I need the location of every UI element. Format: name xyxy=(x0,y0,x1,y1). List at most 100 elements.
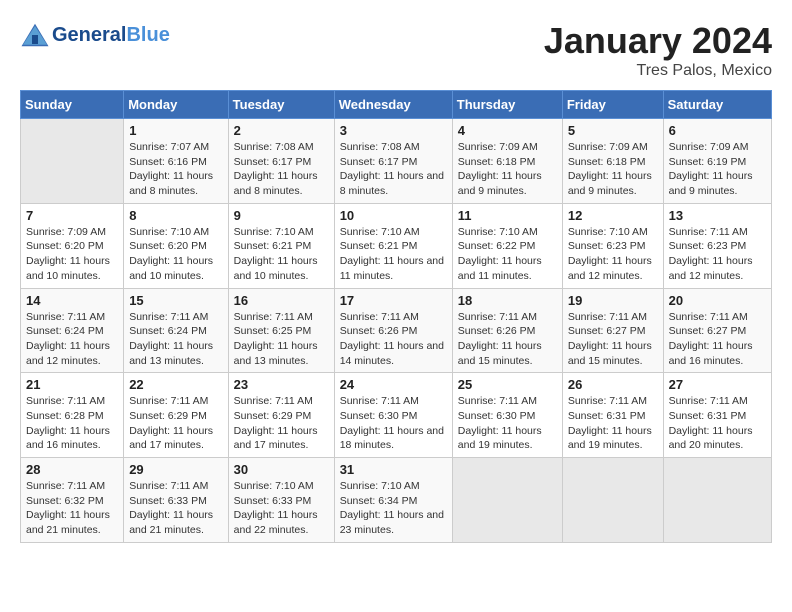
header-saturday: Saturday xyxy=(663,91,771,119)
sunset-text: Sunset: 6:33 PM xyxy=(129,495,207,507)
sunrise-text: Sunrise: 7:11 AM xyxy=(458,311,537,323)
calendar-subtitle: Tres Palos, Mexico xyxy=(544,62,772,80)
calendar-cell: 10 Sunrise: 7:10 AM Sunset: 6:21 PM Dayl… xyxy=(334,203,452,288)
day-info: Sunrise: 7:11 AM Sunset: 6:26 PM Dayligh… xyxy=(340,310,447,369)
sunrise-text: Sunrise: 7:11 AM xyxy=(26,480,105,492)
day-number: 6 xyxy=(669,123,766,138)
daylight-text: Daylight: 11 hours and 10 minutes. xyxy=(129,255,213,282)
day-info: Sunrise: 7:11 AM Sunset: 6:24 PM Dayligh… xyxy=(26,310,118,369)
daylight-text: Daylight: 11 hours and 19 minutes. xyxy=(458,425,542,452)
sunset-text: Sunset: 6:17 PM xyxy=(234,156,312,168)
calendar-cell: 22 Sunrise: 7:11 AM Sunset: 6:29 PM Dayl… xyxy=(124,373,228,458)
sunset-text: Sunset: 6:18 PM xyxy=(458,156,536,168)
sunset-text: Sunset: 6:24 PM xyxy=(129,325,207,337)
day-info: Sunrise: 7:11 AM Sunset: 6:28 PM Dayligh… xyxy=(26,394,118,453)
daylight-text: Daylight: 11 hours and 8 minutes. xyxy=(234,170,318,197)
sunset-text: Sunset: 6:21 PM xyxy=(340,240,418,252)
sunrise-text: Sunrise: 7:11 AM xyxy=(26,311,105,323)
daylight-text: Daylight: 11 hours and 19 minutes. xyxy=(568,425,652,452)
calendar-cell: 30 Sunrise: 7:10 AM Sunset: 6:33 PM Dayl… xyxy=(228,458,334,543)
sunrise-text: Sunrise: 7:11 AM xyxy=(234,311,313,323)
daylight-text: Daylight: 11 hours and 16 minutes. xyxy=(669,340,753,367)
calendar-cell: 19 Sunrise: 7:11 AM Sunset: 6:27 PM Dayl… xyxy=(562,288,663,373)
daylight-text: Daylight: 11 hours and 10 minutes. xyxy=(234,255,318,282)
sunrise-text: Sunrise: 7:11 AM xyxy=(340,311,419,323)
day-info: Sunrise: 7:10 AM Sunset: 6:22 PM Dayligh… xyxy=(458,225,557,284)
day-number: 25 xyxy=(458,377,557,392)
day-number: 11 xyxy=(458,208,557,223)
calendar-cell: 18 Sunrise: 7:11 AM Sunset: 6:26 PM Dayl… xyxy=(452,288,562,373)
day-number: 5 xyxy=(568,123,658,138)
sunrise-text: Sunrise: 7:11 AM xyxy=(26,395,105,407)
day-info: Sunrise: 7:11 AM Sunset: 6:30 PM Dayligh… xyxy=(340,394,447,453)
sunset-text: Sunset: 6:26 PM xyxy=(458,325,536,337)
calendar-title: January 2024 xyxy=(544,20,772,62)
sunset-text: Sunset: 6:27 PM xyxy=(669,325,747,337)
calendar-cell: 27 Sunrise: 7:11 AM Sunset: 6:31 PM Dayl… xyxy=(663,373,771,458)
day-info: Sunrise: 7:07 AM Sunset: 6:16 PM Dayligh… xyxy=(129,140,222,199)
day-info: Sunrise: 7:11 AM Sunset: 6:32 PM Dayligh… xyxy=(26,479,118,538)
sunrise-text: Sunrise: 7:11 AM xyxy=(234,395,313,407)
sunset-text: Sunset: 6:29 PM xyxy=(234,410,312,422)
calendar-cell: 6 Sunrise: 7:09 AM Sunset: 6:19 PM Dayli… xyxy=(663,119,771,204)
sunset-text: Sunset: 6:27 PM xyxy=(568,325,646,337)
calendar-cell: 24 Sunrise: 7:11 AM Sunset: 6:30 PM Dayl… xyxy=(334,373,452,458)
daylight-text: Daylight: 11 hours and 10 minutes. xyxy=(26,255,110,282)
calendar-cell xyxy=(663,458,771,543)
header-friday: Friday xyxy=(562,91,663,119)
sunset-text: Sunset: 6:20 PM xyxy=(129,240,207,252)
logo-icon xyxy=(20,20,50,50)
calendar-week-row: 28 Sunrise: 7:11 AM Sunset: 6:32 PM Dayl… xyxy=(21,458,772,543)
calendar-header-row: Sunday Monday Tuesday Wednesday Thursday… xyxy=(21,91,772,119)
sunset-text: Sunset: 6:31 PM xyxy=(568,410,646,422)
sunset-text: Sunset: 6:24 PM xyxy=(26,325,104,337)
calendar-cell: 2 Sunrise: 7:08 AM Sunset: 6:17 PM Dayli… xyxy=(228,119,334,204)
day-number: 15 xyxy=(129,293,222,308)
day-info: Sunrise: 7:11 AM Sunset: 6:30 PM Dayligh… xyxy=(458,394,557,453)
sunrise-text: Sunrise: 7:11 AM xyxy=(669,395,748,407)
day-info: Sunrise: 7:10 AM Sunset: 6:20 PM Dayligh… xyxy=(129,225,222,284)
day-number: 14 xyxy=(26,293,118,308)
day-info: Sunrise: 7:10 AM Sunset: 6:33 PM Dayligh… xyxy=(234,479,329,538)
calendar-cell: 25 Sunrise: 7:11 AM Sunset: 6:30 PM Dayl… xyxy=(452,373,562,458)
logo: GeneralBlue xyxy=(20,20,170,50)
calendar-cell: 16 Sunrise: 7:11 AM Sunset: 6:25 PM Dayl… xyxy=(228,288,334,373)
day-number: 3 xyxy=(340,123,447,138)
calendar-cell: 29 Sunrise: 7:11 AM Sunset: 6:33 PM Dayl… xyxy=(124,458,228,543)
day-info: Sunrise: 7:10 AM Sunset: 6:21 PM Dayligh… xyxy=(340,225,447,284)
day-number: 4 xyxy=(458,123,557,138)
sunrise-text: Sunrise: 7:11 AM xyxy=(568,311,647,323)
title-block: January 2024 Tres Palos, Mexico xyxy=(544,20,772,80)
sunrise-text: Sunrise: 7:10 AM xyxy=(340,480,420,492)
sunrise-text: Sunrise: 7:11 AM xyxy=(458,395,537,407)
daylight-text: Daylight: 11 hours and 18 minutes. xyxy=(340,425,444,452)
sunrise-text: Sunrise: 7:09 AM xyxy=(26,226,106,238)
header-thursday: Thursday xyxy=(452,91,562,119)
day-info: Sunrise: 7:10 AM Sunset: 6:23 PM Dayligh… xyxy=(568,225,658,284)
sunrise-text: Sunrise: 7:10 AM xyxy=(234,480,314,492)
sunset-text: Sunset: 6:17 PM xyxy=(340,156,418,168)
day-info: Sunrise: 7:11 AM Sunset: 6:27 PM Dayligh… xyxy=(669,310,766,369)
day-number: 24 xyxy=(340,377,447,392)
calendar-cell: 15 Sunrise: 7:11 AM Sunset: 6:24 PM Dayl… xyxy=(124,288,228,373)
sunrise-text: Sunrise: 7:11 AM xyxy=(568,395,647,407)
day-info: Sunrise: 7:11 AM Sunset: 6:23 PM Dayligh… xyxy=(669,225,766,284)
daylight-text: Daylight: 11 hours and 22 minutes. xyxy=(234,509,318,536)
calendar-week-row: 1 Sunrise: 7:07 AM Sunset: 6:16 PM Dayli… xyxy=(21,119,772,204)
daylight-text: Daylight: 11 hours and 9 minutes. xyxy=(458,170,542,197)
sunset-text: Sunset: 6:16 PM xyxy=(129,156,207,168)
calendar-cell: 31 Sunrise: 7:10 AM Sunset: 6:34 PM Dayl… xyxy=(334,458,452,543)
day-number: 16 xyxy=(234,293,329,308)
day-info: Sunrise: 7:11 AM Sunset: 6:31 PM Dayligh… xyxy=(568,394,658,453)
calendar-table: Sunday Monday Tuesday Wednesday Thursday… xyxy=(20,90,772,543)
day-info: Sunrise: 7:08 AM Sunset: 6:17 PM Dayligh… xyxy=(340,140,447,199)
day-info: Sunrise: 7:11 AM Sunset: 6:33 PM Dayligh… xyxy=(129,479,222,538)
day-number: 13 xyxy=(669,208,766,223)
day-number: 29 xyxy=(129,462,222,477)
day-number: 12 xyxy=(568,208,658,223)
calendar-cell xyxy=(21,119,124,204)
calendar-week-row: 7 Sunrise: 7:09 AM Sunset: 6:20 PM Dayli… xyxy=(21,203,772,288)
calendar-cell: 11 Sunrise: 7:10 AM Sunset: 6:22 PM Dayl… xyxy=(452,203,562,288)
day-info: Sunrise: 7:11 AM Sunset: 6:31 PM Dayligh… xyxy=(669,394,766,453)
calendar-cell: 28 Sunrise: 7:11 AM Sunset: 6:32 PM Dayl… xyxy=(21,458,124,543)
